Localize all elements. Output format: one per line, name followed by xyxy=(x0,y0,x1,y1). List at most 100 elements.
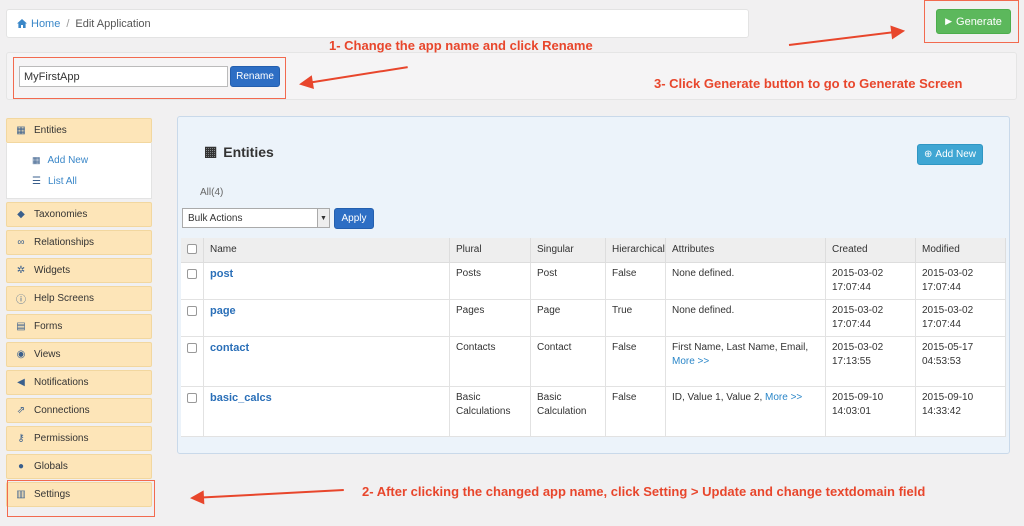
breadcrumb-home-label: Home xyxy=(31,17,61,30)
plural-cell: Pages xyxy=(449,299,531,337)
apply-button[interactable]: Apply xyxy=(334,208,374,229)
table-row: basic_calcs Basic Calculations Basic Cal… xyxy=(181,386,1006,437)
submenu-label: Add New xyxy=(47,155,89,166)
table-header-row: Name Plural Singular Hierarchical Attrib… xyxy=(181,238,1006,263)
table-icon: ▦ xyxy=(204,143,218,159)
sidebar-item-help-screens[interactable]: ⓘ Help Screens xyxy=(6,286,152,311)
submenu-list-all[interactable]: ☰ List All xyxy=(32,171,151,192)
link-icon: ∞ xyxy=(17,237,25,248)
more-attributes-link[interactable]: More >> xyxy=(672,356,709,367)
select-all-checkbox[interactable] xyxy=(187,244,197,255)
name-cell: post xyxy=(203,262,450,300)
plural-cell: Posts xyxy=(449,262,531,300)
created-cell: 2015-03-02 17:07:44 xyxy=(825,299,916,337)
attributes-text: None defined. xyxy=(672,304,735,316)
gear-icon: ✲ xyxy=(16,265,26,276)
rename-button[interactable]: Rename xyxy=(230,66,280,87)
submenu-add-new[interactable]: ▦ Add New xyxy=(32,150,151,171)
sidebar-item-forms[interactable]: ▤ Forms xyxy=(6,314,152,339)
sidebar-item-label: Taxonomies xyxy=(34,209,88,220)
plural-cell: Contacts xyxy=(449,336,531,387)
all-filter-link[interactable]: All(4) xyxy=(200,187,223,198)
sidebar-item-label: Notifications xyxy=(34,377,89,388)
hierarchical-cell: False xyxy=(605,336,666,387)
row-checkbox[interactable] xyxy=(187,342,197,353)
chevron-down-icon: ▼ xyxy=(317,209,329,227)
entity-name-link[interactable]: page xyxy=(210,305,236,317)
bulk-actions-value: Bulk Actions xyxy=(188,212,243,224)
entities-table: Name Plural Singular Hierarchical Attrib… xyxy=(181,238,1006,437)
modified-cell: 2015-05-17 04:53:53 xyxy=(915,336,1006,387)
sidebar-item-views[interactable]: ◉ Views xyxy=(6,342,152,367)
page-title: ▦ Entities xyxy=(204,143,274,160)
modified-cell: 2015-09-10 14:33:42 xyxy=(915,386,1006,437)
sidebar-item-permissions[interactable]: ⚷ Permissions xyxy=(6,426,152,451)
row-checkbox[interactable] xyxy=(187,268,197,279)
submenu-label: List All xyxy=(47,176,77,187)
annotation-arrow-2 xyxy=(191,489,344,499)
external-link-icon: ⇗ xyxy=(16,405,26,416)
column-header[interactable]: Modified xyxy=(915,238,1006,263)
info-icon: ⓘ xyxy=(16,295,26,306)
page-title-label: Entities xyxy=(223,143,274,160)
add-new-button[interactable]: ⊕ Add New xyxy=(917,144,983,165)
entity-name-link[interactable]: contact xyxy=(210,342,249,354)
sidebar-item-globals[interactable]: ● Globals xyxy=(6,454,152,479)
row-checkbox[interactable] xyxy=(187,305,197,316)
entities-submenu: ▦ Add New ☰ List All xyxy=(6,143,152,199)
generate-button-label: Generate xyxy=(956,15,1002,28)
entity-name-link[interactable]: basic_calcs xyxy=(210,392,272,404)
attributes-text: First Name, Last Name, Email, xyxy=(672,341,809,353)
singular-cell: Basic Calculation xyxy=(530,386,606,437)
hierarchical-cell: False xyxy=(605,262,666,300)
sidebar-item-relationships[interactable]: ∞ Relationships xyxy=(6,230,152,255)
app-name-input[interactable] xyxy=(19,66,228,87)
plus-circle-icon: ⊕ xyxy=(924,149,933,160)
home-icon xyxy=(17,19,27,28)
entity-name-link[interactable]: post xyxy=(210,268,233,280)
more-attributes-link[interactable]: More >> xyxy=(765,392,802,403)
play-icon: ▶ xyxy=(945,16,953,26)
eye-icon: ◉ xyxy=(16,349,26,360)
annotation-step-1: 1- Change the app name and click Rename xyxy=(329,38,593,53)
breadcrumb-separator: / xyxy=(66,17,70,30)
sidebar: ▦ Entities ▦ Add New ☰ List All ◆ Taxonomie… xyxy=(6,118,152,510)
generate-button[interactable]: ▶ Generate xyxy=(936,9,1011,34)
sidebar-item-taxonomies[interactable]: ◆ Taxonomies xyxy=(6,202,152,227)
select-all-cell xyxy=(181,238,204,263)
attributes-cell: None defined. xyxy=(665,262,826,300)
annotation-arrow-3 xyxy=(788,29,904,46)
column-header[interactable]: Attributes xyxy=(665,238,826,263)
sidebar-item-notifications[interactable]: ◀ Notifications xyxy=(6,370,152,395)
name-cell: contact xyxy=(203,336,450,387)
created-cell: 2015-03-02 17:13:55 xyxy=(825,336,916,387)
column-header[interactable]: Hierarchical xyxy=(605,238,666,263)
list-icon: ☰ xyxy=(32,176,41,187)
sidebar-item-label: Entities xyxy=(34,125,67,136)
settings-highlight-box xyxy=(7,480,155,517)
column-header[interactable]: Name xyxy=(203,238,450,263)
row-checkbox[interactable] xyxy=(187,392,197,403)
sidebar-item-widgets[interactable]: ✲ Widgets xyxy=(6,258,152,283)
bulk-actions-select[interactable]: Bulk Actions ▼ xyxy=(182,208,330,228)
form-icon: ▤ xyxy=(16,321,26,332)
tag-icon: ◆ xyxy=(17,209,25,220)
column-header[interactable]: Plural xyxy=(449,238,531,263)
column-header[interactable]: Singular xyxy=(530,238,606,263)
singular-cell: Post xyxy=(530,262,606,300)
name-cell: basic_calcs xyxy=(203,386,450,437)
key-icon: ⚷ xyxy=(17,433,25,444)
breadcrumb-current: Edit Application xyxy=(75,17,151,30)
sidebar-item-label: Relationships xyxy=(34,237,95,248)
modified-cell: 2015-03-02 17:07:44 xyxy=(915,299,1006,337)
sidebar-item-label: Forms xyxy=(34,321,63,332)
sidebar-item-connections[interactable]: ⇗ Connections xyxy=(6,398,152,423)
attributes-cell: None defined. xyxy=(665,299,826,337)
column-header[interactable]: Created xyxy=(825,238,916,263)
sidebar-item-entities[interactable]: ▦ Entities xyxy=(6,118,152,143)
singular-cell: Page xyxy=(530,299,606,337)
breadcrumb-home-link[interactable]: Home xyxy=(17,18,60,30)
globe-icon: ● xyxy=(17,461,25,472)
sidebar-item-label: Connections xyxy=(34,405,90,416)
name-cell: page xyxy=(203,299,450,337)
